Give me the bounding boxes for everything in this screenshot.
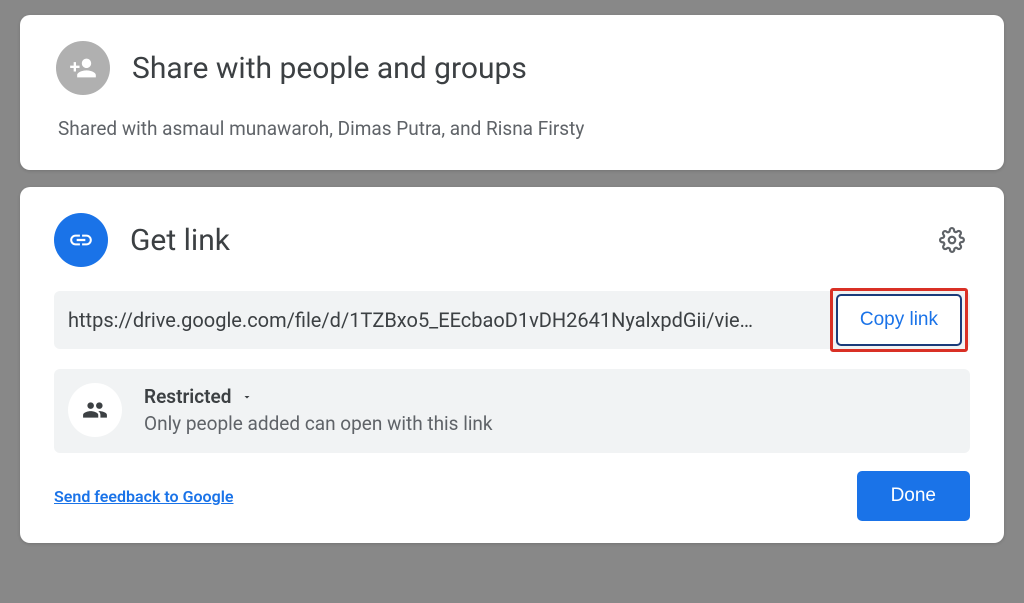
access-row: Restricted Only people added can open wi… [54, 369, 970, 453]
gear-icon [939, 227, 965, 253]
get-link-card: Get link https://drive.google.com/file/d… [20, 187, 1004, 543]
link-header: Get link [54, 213, 970, 267]
people-icon [82, 397, 108, 423]
access-description: Only people added can open with this lin… [144, 412, 493, 435]
done-button[interactable]: Done [857, 471, 970, 521]
person-add-icon [56, 41, 110, 95]
people-icon-circle [68, 383, 122, 437]
chevron-down-icon [241, 391, 253, 403]
copy-link-button[interactable]: Copy link [836, 294, 962, 346]
feedback-link[interactable]: Send feedback to Google [54, 487, 233, 506]
link-icon [54, 213, 108, 267]
get-link-title: Get link [130, 223, 912, 258]
share-card: Share with people and groups Shared with… [20, 15, 1004, 170]
share-url[interactable]: https://drive.google.com/file/d/1TZBxo5_… [68, 308, 830, 332]
access-label: Restricted [144, 385, 231, 408]
url-row: https://drive.google.com/file/d/1TZBxo5_… [54, 291, 970, 349]
access-dropdown[interactable]: Restricted [144, 385, 493, 408]
footer-row: Send feedback to Google Done [54, 471, 970, 521]
access-text-group: Restricted Only people added can open wi… [144, 385, 493, 435]
share-header: Share with people and groups [56, 41, 968, 95]
share-title: Share with people and groups [132, 51, 527, 86]
highlight-annotation: Copy link [830, 288, 968, 352]
shared-with-text: Shared with asmaul munawaroh, Dimas Putr… [58, 117, 968, 140]
settings-button[interactable] [934, 222, 970, 258]
